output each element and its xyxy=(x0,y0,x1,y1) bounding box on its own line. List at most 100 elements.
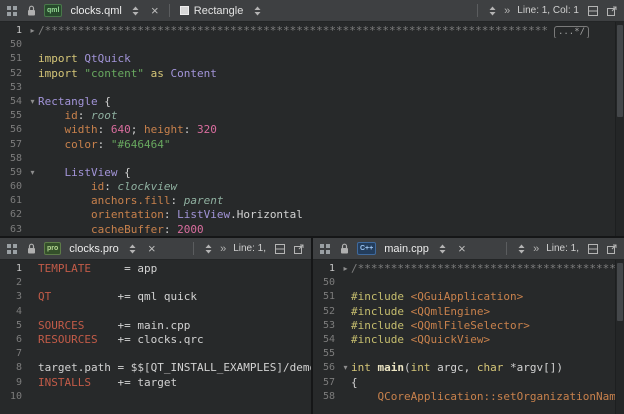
grid-icon[interactable] xyxy=(3,240,21,258)
open-in-new-window-icon[interactable] xyxy=(603,240,621,258)
split-icon[interactable] xyxy=(584,240,602,258)
code-line[interactable]: 4 xyxy=(0,305,311,319)
line-number: 62 xyxy=(0,208,27,222)
fold-column xyxy=(27,361,38,375)
line-number: 10 xyxy=(0,390,27,404)
code-line[interactable]: 56▾int main(int argc, char *argv[]) xyxy=(313,361,624,375)
code-line[interactable]: 5SOURCES += main.cpp xyxy=(0,319,311,333)
symbol-selector[interactable]: Rectangle xyxy=(175,2,272,20)
line-number: 9 xyxy=(0,376,27,390)
fold-column xyxy=(27,180,38,194)
lock-icon xyxy=(22,240,40,258)
editor-area: qml clocks.qml × Rectangle » Line: 1, Co… xyxy=(0,0,624,414)
code-line[interactable]: 3QT += qml quick xyxy=(0,290,311,304)
code-line[interactable]: 57{ xyxy=(313,376,624,390)
code-line[interactable]: 55 xyxy=(313,347,624,361)
overflow-chevron-icon[interactable]: » xyxy=(218,243,228,255)
fold-collapsed-icon[interactable]: ▸ xyxy=(340,262,351,276)
code-editor-pro[interactable]: 1TEMPLATE = app23QT += qml quick45SOURCE… xyxy=(0,260,311,414)
code-text xyxy=(351,347,624,361)
code-line[interactable]: 53 xyxy=(0,81,624,95)
code-line[interactable]: 2 xyxy=(0,276,311,290)
code-text: #include <QGuiApplication> xyxy=(351,290,624,304)
line-number: 3 xyxy=(0,290,27,304)
fold-open-icon[interactable]: ▾ xyxy=(27,95,38,109)
split-icon[interactable] xyxy=(271,240,289,258)
code-line[interactable]: 60 id: clockview xyxy=(0,180,624,194)
fold-column xyxy=(340,333,351,347)
document-updown-icon[interactable] xyxy=(434,240,452,258)
code-line[interactable]: 1▸/*************************************… xyxy=(313,262,624,276)
updown-icon[interactable] xyxy=(199,240,217,258)
vertical-scrollbar[interactable] xyxy=(615,260,624,414)
code-line[interactable]: 10 xyxy=(0,390,311,404)
grid-icon[interactable] xyxy=(316,240,334,258)
code-line[interactable]: 51import QtQuick xyxy=(0,52,624,66)
line-number: 56 xyxy=(313,361,340,375)
code-line[interactable]: 6RESOURCES += clocks.qrc xyxy=(0,333,311,347)
code-text xyxy=(38,276,311,290)
code-line[interactable]: 57 color: "#646464" xyxy=(0,138,624,152)
document-updown-icon[interactable] xyxy=(124,240,142,258)
code-line[interactable]: 54#include <QQuickView> xyxy=(313,333,624,347)
updown-icon[interactable] xyxy=(512,240,530,258)
code-line[interactable]: 62 orientation: ListView.Horizontal xyxy=(0,208,624,222)
fold-column xyxy=(27,290,38,304)
code-line[interactable]: 1▸/*************************************… xyxy=(0,24,624,38)
open-in-new-window-icon[interactable] xyxy=(290,240,308,258)
fold-open-icon[interactable]: ▾ xyxy=(27,166,38,180)
open-in-new-window-icon[interactable] xyxy=(603,2,621,20)
code-line[interactable]: 61 anchors.fill: parent xyxy=(0,194,624,208)
code-line[interactable]: 54▾Rectangle { xyxy=(0,95,624,109)
code-line[interactable]: 50 xyxy=(0,38,624,52)
fold-column xyxy=(27,67,38,81)
code-line[interactable]: 9INSTALLS += target xyxy=(0,376,311,390)
code-text xyxy=(38,347,311,361)
code-line[interactable]: 1TEMPLATE = app xyxy=(0,262,311,276)
line-number: 1 xyxy=(0,24,27,38)
code-line[interactable]: 59▾ ListView { xyxy=(0,166,624,180)
cursor-position: Line: 1, xyxy=(229,243,270,254)
fold-open-icon[interactable]: ▾ xyxy=(340,361,351,375)
line-number: 1 xyxy=(313,262,340,276)
fold-column xyxy=(27,194,38,208)
code-line[interactable]: 52 import "content" as Content xyxy=(0,67,624,81)
fold-column xyxy=(27,138,38,152)
code-line[interactable]: 7 xyxy=(0,347,311,361)
code-text: import "content" as Content xyxy=(38,67,624,81)
code-line[interactable]: 52#include <QQmlEngine> xyxy=(313,305,624,319)
code-line[interactable]: 55 id: root xyxy=(0,109,624,123)
code-line[interactable]: 63 cacheBuffer: 2000 xyxy=(0,223,624,236)
open-file-name[interactable]: clocks.qml xyxy=(66,5,125,17)
fold-column xyxy=(340,390,351,404)
scrollbar-thumb[interactable] xyxy=(617,25,623,117)
close-document-icon[interactable]: × xyxy=(143,240,161,258)
code-line[interactable]: 50 xyxy=(313,276,624,290)
overflow-chevron-icon[interactable]: » xyxy=(531,243,541,255)
overflow-chevron-icon[interactable]: » xyxy=(502,5,512,17)
code-line[interactable]: 8target.path = $$[QT_INSTALL_EXAMPLES]/d… xyxy=(0,361,311,375)
scrollbar-thumb[interactable] xyxy=(617,263,623,321)
line-number: 54 xyxy=(0,95,27,109)
line-number: 52 xyxy=(0,67,27,81)
code-editor-cpp[interactable]: 1▸/*************************************… xyxy=(313,260,624,414)
fold-collapsed-icon[interactable]: ▸ xyxy=(27,24,38,38)
code-line[interactable]: 58 xyxy=(0,152,624,166)
fold-column xyxy=(340,376,351,390)
close-document-icon[interactable]: × xyxy=(146,2,164,20)
code-editor-qml[interactable]: 1▸/*************************************… xyxy=(0,22,624,236)
grid-icon[interactable] xyxy=(3,2,21,20)
folded-region-box[interactable]: ...*/ xyxy=(554,26,589,38)
vertical-scrollbar[interactable] xyxy=(615,22,624,236)
document-updown-icon[interactable] xyxy=(127,2,145,20)
close-document-icon[interactable]: × xyxy=(453,240,471,258)
updown-icon[interactable] xyxy=(483,2,501,20)
open-file-name[interactable]: clocks.pro xyxy=(65,243,123,255)
open-file-name[interactable]: main.cpp xyxy=(380,243,433,255)
code-line[interactable]: 56 width: 640; height: 320 xyxy=(0,123,624,137)
code-line[interactable]: 58 QCoreApplication::setOrganizationNam xyxy=(313,390,624,404)
code-line[interactable]: 53#include <QQmlFileSelector> xyxy=(313,319,624,333)
code-line[interactable]: 51#include <QGuiApplication> xyxy=(313,290,624,304)
bottom-editor-row: pro clocks.pro × » Line: 1, 1TEMPLATE = … xyxy=(0,238,624,414)
split-icon[interactable] xyxy=(584,2,602,20)
